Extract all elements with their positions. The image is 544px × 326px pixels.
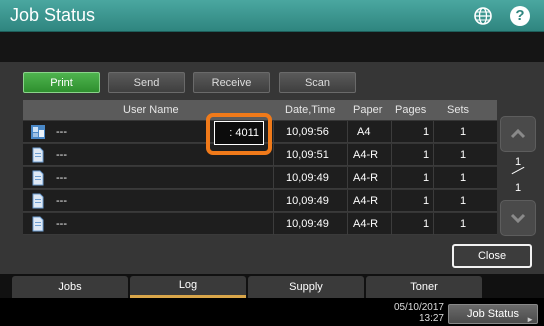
col-date-time: Date,Time [285,104,336,116]
help-icon[interactable]: ? [510,6,530,26]
tab-supply[interactable]: Supply [248,276,364,298]
job-status-button[interactable]: Job Status ► [448,304,538,324]
document-icon [32,147,44,163]
col-sets: Sets [447,104,470,116]
page-indicator: 1 1 [500,156,536,196]
page-title: Job Status [10,5,96,25]
chevron-down-icon [510,213,526,224]
info-strip [0,32,544,62]
close-button[interactable]: Close [452,244,532,268]
scan-button[interactable]: Scan [279,72,356,93]
receive-button[interactable]: Receive [193,72,270,93]
document-icon [32,193,44,209]
chevron-up-icon [510,128,526,139]
col-pages: Pages [395,104,427,116]
copy-job-icon [31,125,45,139]
tab-toner[interactable]: Toner [366,276,482,298]
tab-jobs[interactable]: Jobs [12,276,128,298]
title-bar: Job Status ? [0,0,544,32]
table-row[interactable]: --- 10,09:49 A4-R 1 1 [23,213,497,235]
col-user-name: User Name [123,104,179,116]
scroll-up-button[interactable] [500,116,536,152]
arrow-right-icon: ► [526,315,534,324]
highlight-frame [206,113,272,155]
footer-datetime: 05/10/2017 13:27 [393,302,444,324]
col-paper: Paper [353,104,383,116]
document-icon [32,216,44,232]
print-button[interactable]: Print [23,72,100,93]
table-row[interactable]: --- 10,09:49 A4-R 1 1 [23,190,497,212]
send-button[interactable]: Send [108,72,185,93]
document-icon [32,170,44,186]
table-row[interactable]: --- 10,09:49 A4-R 1 1 [23,167,497,189]
scroll-down-button[interactable] [500,200,536,236]
tab-log[interactable]: Log [130,276,246,298]
globe-icon[interactable] [474,7,492,25]
